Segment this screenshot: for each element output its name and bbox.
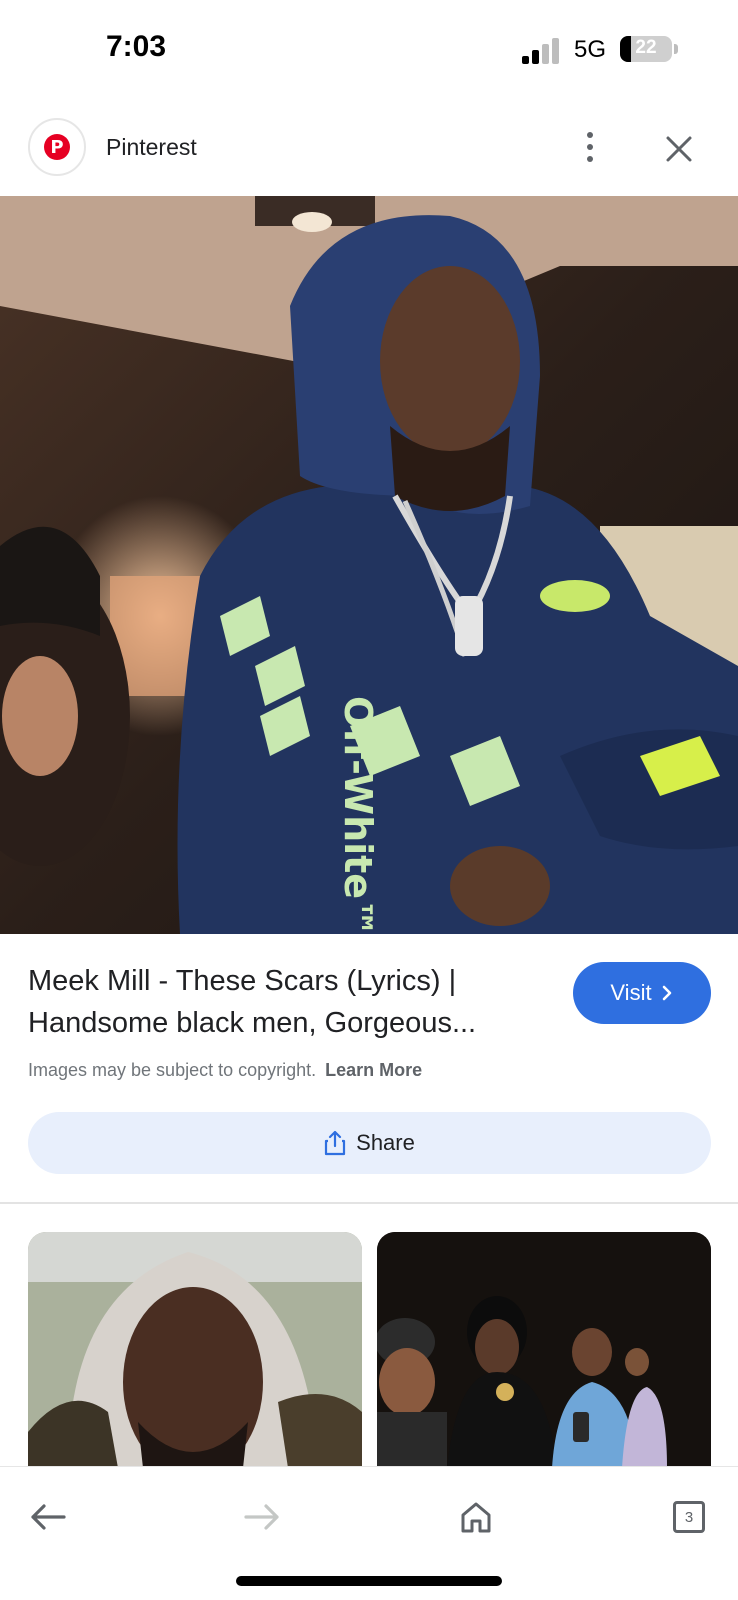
- related-image-2[interactable]: [377, 1232, 711, 1468]
- forward-button[interactable]: [232, 1487, 292, 1547]
- back-button[interactable]: [18, 1487, 78, 1547]
- tabs-button[interactable]: 3: [659, 1487, 719, 1547]
- home-icon: [461, 1502, 491, 1533]
- status-bar: 7:03 5G 22: [0, 0, 738, 100]
- copyright-notice: Images may be subject to copyright. Lear…: [28, 1060, 422, 1081]
- battery-cap: [674, 44, 678, 54]
- network-type: 5G: [574, 36, 607, 63]
- share-icon: [325, 1130, 346, 1156]
- chevron-right-icon: [662, 985, 671, 1001]
- home-button[interactable]: [446, 1487, 506, 1547]
- cellular-signal-icon: [522, 38, 562, 64]
- learn-more-link[interactable]: Learn More: [325, 1060, 422, 1080]
- share-button[interactable]: Share: [28, 1112, 711, 1174]
- source-name[interactable]: Pinterest: [106, 134, 197, 161]
- related-image-1[interactable]: [28, 1232, 362, 1468]
- visit-button[interactable]: Visit: [573, 962, 711, 1024]
- tab-count: 3: [684, 1508, 694, 1526]
- result-title[interactable]: Meek Mill - These Scars (Lyrics) | Hands…: [28, 960, 548, 1044]
- visit-label: Visit: [610, 980, 652, 1005]
- battery-icon: 22: [620, 36, 672, 62]
- hero-image[interactable]: Off-White™: [0, 196, 738, 934]
- back-arrow-icon: [31, 1504, 66, 1530]
- battery-percent: 22: [635, 37, 657, 58]
- status-time: 7:03: [106, 30, 167, 63]
- more-options-button[interactable]: [570, 124, 610, 170]
- section-divider: [0, 1202, 738, 1204]
- forward-arrow-icon: [244, 1504, 279, 1530]
- pinterest-logo-icon[interactable]: P: [28, 118, 86, 176]
- hoodie-print-text: Off-White™: [336, 696, 380, 934]
- home-indicator[interactable]: [236, 1576, 502, 1586]
- close-button[interactable]: [656, 126, 702, 172]
- share-label: Share: [356, 1130, 415, 1155]
- close-icon: [666, 136, 692, 162]
- tabs-icon: 3: [673, 1501, 705, 1533]
- source-header: P Pinterest: [0, 112, 738, 196]
- copyright-text: Images may be subject to copyright.: [28, 1060, 317, 1080]
